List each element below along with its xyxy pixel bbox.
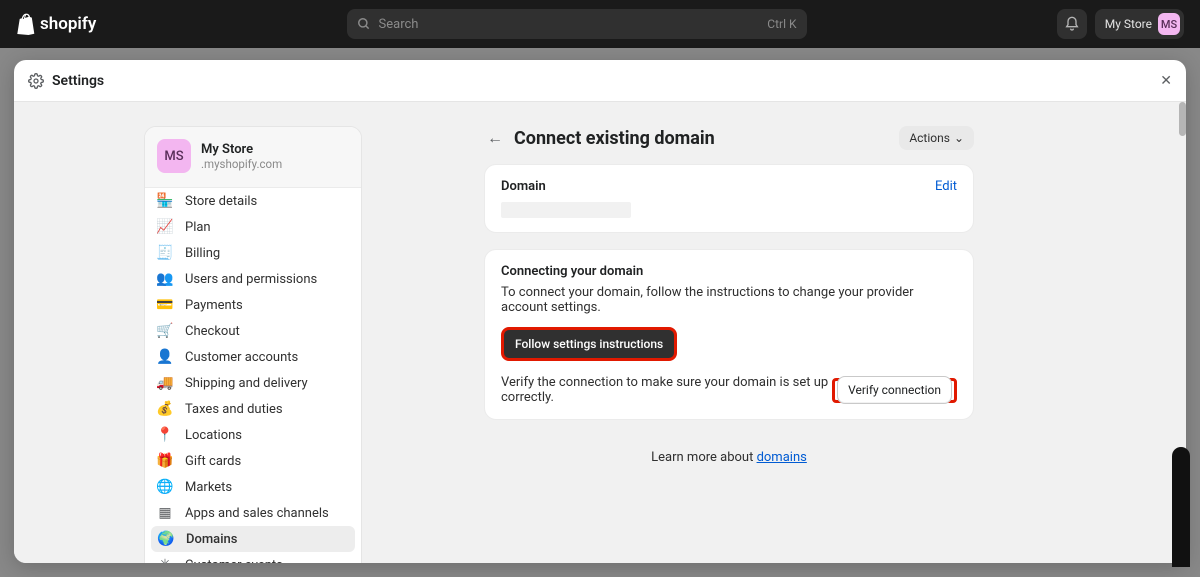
card-icon: 💳 bbox=[157, 297, 173, 313]
store-name: My Store bbox=[201, 142, 282, 157]
spark-icon: ✳ bbox=[157, 557, 173, 563]
store-avatar: MS bbox=[157, 139, 191, 173]
store-icon: 🏪 bbox=[157, 193, 173, 209]
nav-customer-accounts[interactable]: 👤 Customer accounts bbox=[145, 344, 361, 370]
nav-label: Payments bbox=[185, 298, 243, 313]
edit-link[interactable]: Edit bbox=[935, 179, 957, 194]
globe-icon: 🌐 bbox=[157, 479, 173, 495]
gift-icon: 🎁 bbox=[157, 453, 173, 469]
page-content: ← Connect existing domain Actions ⌄ Doma… bbox=[484, 126, 974, 465]
truck-icon: 🚚 bbox=[157, 375, 173, 391]
brand-text: shopify bbox=[40, 14, 96, 34]
learn-more: Learn more about domains bbox=[484, 450, 974, 465]
back-button[interactable]: ← bbox=[484, 127, 506, 149]
search-placeholder: Search bbox=[379, 17, 768, 32]
nav-label: Domains bbox=[186, 532, 237, 547]
connecting-desc: To connect your domain, follow the instr… bbox=[501, 285, 957, 315]
nav-store-details[interactable]: 🏪 Store details bbox=[145, 188, 361, 214]
modal-title: Settings bbox=[52, 73, 104, 89]
cart-icon: 🛒 bbox=[157, 323, 173, 339]
nav-label: Shipping and delivery bbox=[185, 376, 308, 391]
nav-plan[interactable]: 📈 Plan bbox=[145, 214, 361, 240]
verify-connection-button[interactable]: Verify connection bbox=[837, 376, 952, 404]
nav-shipping[interactable]: 🚚 Shipping and delivery bbox=[145, 370, 361, 396]
verify-highlight: Verify connection bbox=[832, 378, 957, 403]
nav-label: Customer events bbox=[185, 558, 283, 564]
shopify-logo: shopify bbox=[16, 13, 96, 35]
settings-sidebar: MS My Store .myshopify.com 🏪 Store detail… bbox=[144, 126, 362, 563]
search-icon bbox=[357, 17, 371, 31]
search-input[interactable]: Search Ctrl K bbox=[347, 9, 807, 39]
nav-label: Locations bbox=[185, 428, 242, 443]
nav-label: Taxes and duties bbox=[185, 402, 283, 417]
nav-taxes[interactable]: 💰 Taxes and duties bbox=[145, 396, 361, 422]
nav-label: Customer accounts bbox=[185, 350, 298, 365]
top-bar: shopify Search Ctrl K My Store MS bbox=[0, 0, 1200, 48]
scrollbar-thumb[interactable] bbox=[1179, 102, 1186, 136]
nav-locations[interactable]: 📍 Locations bbox=[145, 422, 361, 448]
nav-label: Apps and sales channels bbox=[185, 506, 329, 521]
chart-icon: 📈 bbox=[157, 219, 173, 235]
store-block[interactable]: MS My Store .myshopify.com bbox=[145, 127, 361, 187]
actions-label: Actions bbox=[909, 131, 950, 145]
person-icon: 👤 bbox=[157, 349, 173, 365]
follow-instructions-button[interactable]: Follow settings instructions bbox=[501, 327, 677, 361]
domains-link[interactable]: domains bbox=[757, 450, 807, 465]
actions-dropdown[interactable]: Actions ⌄ bbox=[899, 126, 974, 150]
money-icon: 💰 bbox=[157, 401, 173, 417]
receipt-icon: 🧾 bbox=[157, 245, 173, 261]
nav-label: Checkout bbox=[185, 324, 240, 339]
domain-card: Domain Edit bbox=[484, 164, 974, 233]
settings-nav: 🏪 Store details 📈 Plan 🧾 Billing 👥 Users and… bbox=[145, 187, 361, 563]
nav-billing[interactable]: 🧾 Billing bbox=[145, 240, 361, 266]
nav-label: Plan bbox=[185, 220, 211, 235]
grid-icon: ▦ bbox=[157, 505, 173, 521]
search-shortcut: Ctrl K bbox=[767, 17, 796, 31]
close-button[interactable]: ✕ bbox=[1160, 73, 1172, 89]
nav-checkout[interactable]: 🛒 Checkout bbox=[145, 318, 361, 344]
chevron-down-icon: ⌄ bbox=[954, 131, 964, 145]
domain-label: Domain bbox=[501, 179, 546, 194]
settings-modal: Settings ✕ MS My Store .myshopify.com 🏪 S… bbox=[14, 60, 1186, 563]
nav-users[interactable]: 👥 Users and permissions bbox=[145, 266, 361, 292]
shopify-bag-icon bbox=[16, 13, 36, 35]
help-bubble[interactable] bbox=[1172, 447, 1190, 567]
pin-icon: 📍 bbox=[157, 427, 173, 443]
modal-body: MS My Store .myshopify.com 🏪 Store detail… bbox=[14, 102, 1186, 563]
nav-gift-cards[interactable]: 🎁 Gift cards bbox=[145, 448, 361, 474]
domain-value-redacted bbox=[501, 202, 631, 218]
store-label: My Store bbox=[1105, 17, 1152, 31]
top-avatar: MS bbox=[1158, 13, 1180, 35]
nav-label: Markets bbox=[185, 480, 232, 495]
users-icon: 👥 bbox=[157, 271, 173, 287]
nav-payments[interactable]: 💳 Payments bbox=[145, 292, 361, 318]
nav-label: Store details bbox=[185, 194, 257, 209]
store-url: .myshopify.com bbox=[201, 157, 282, 171]
nav-domains[interactable]: 🌍 Domains bbox=[151, 526, 355, 552]
domain-icon: 🌍 bbox=[158, 531, 174, 547]
connecting-title: Connecting your domain bbox=[501, 264, 957, 279]
gear-icon bbox=[28, 73, 44, 89]
notifications-button[interactable] bbox=[1057, 9, 1087, 39]
nav-label: Billing bbox=[185, 246, 220, 261]
nav-markets[interactable]: 🌐 Markets bbox=[145, 474, 361, 500]
nav-label: Gift cards bbox=[185, 454, 241, 469]
verify-desc: Verify the connection to make sure your … bbox=[501, 375, 832, 405]
connecting-card: Connecting your domain To connect your d… bbox=[484, 249, 974, 420]
nav-label: Users and permissions bbox=[185, 272, 317, 287]
bell-icon bbox=[1064, 16, 1080, 32]
page-title: Connect existing domain bbox=[514, 128, 899, 149]
modal-header: Settings ✕ bbox=[14, 60, 1186, 102]
learn-prefix: Learn more about bbox=[651, 450, 756, 465]
nav-customer-events[interactable]: ✳ Customer events bbox=[145, 552, 361, 563]
store-menu[interactable]: My Store MS bbox=[1095, 9, 1184, 39]
nav-apps[interactable]: ▦ Apps and sales channels bbox=[145, 500, 361, 526]
